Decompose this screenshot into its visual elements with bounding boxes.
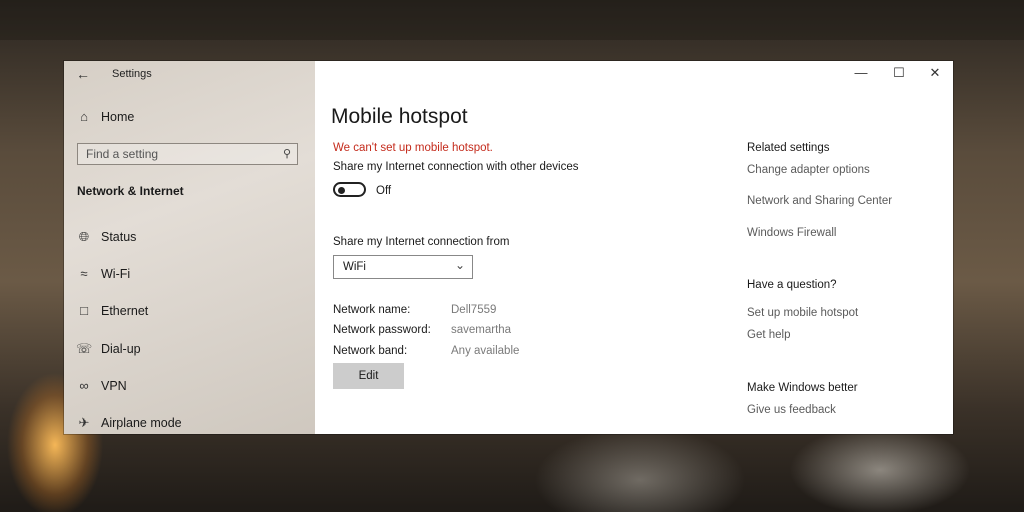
wifi-icon: ≈ xyxy=(80,266,88,281)
close-button[interactable]: ✕ xyxy=(925,65,945,81)
search-input[interactable] xyxy=(86,146,271,162)
globe-icon: 🌐︎ xyxy=(78,229,90,244)
sidebar-item-label: Dial-up xyxy=(101,342,141,356)
sidebar-item-dialup[interactable]: ☏ Dial-up xyxy=(64,335,315,365)
section-title: Network & Internet xyxy=(77,184,184,198)
main-content: — ☐ ✕ Mobile hotspot We can't set up mob… xyxy=(315,61,953,434)
maximize-button[interactable]: ☐ xyxy=(889,65,909,81)
setup-hotspot-link[interactable]: Set up mobile hotspot xyxy=(747,307,858,319)
windows-firewall-link[interactable]: Windows Firewall xyxy=(747,227,836,239)
share-from-select[interactable]: WiFi ⌄ xyxy=(333,255,473,279)
toggle-state-label: Off xyxy=(376,185,392,197)
sidebar-item-label: Wi-Fi xyxy=(101,267,131,281)
settings-window: ← Settings ⌂ Home ⚲ Network & Internet 🌐… xyxy=(64,61,953,434)
phone-icon: ☏ xyxy=(76,341,93,356)
get-help-link[interactable]: Get help xyxy=(747,329,790,341)
sidebar-item-airplane-mode[interactable]: ✈︎ Airplane mode xyxy=(64,409,315,434)
sidebar-item-label: Airplane mode xyxy=(101,416,182,430)
share-from-value: WiFi xyxy=(343,261,366,273)
hotspot-toggle[interactable] xyxy=(333,182,366,197)
change-adapter-options-link[interactable]: Change adapter options xyxy=(747,164,870,176)
sidebar-item-label: Status xyxy=(101,230,137,244)
sidebar-item-ethernet[interactable]: □ Ethernet xyxy=(64,297,315,327)
background-beam xyxy=(0,0,1024,40)
feedback-heading: Make Windows better xyxy=(747,382,858,394)
sidebar: ← Settings ⌂ Home ⚲ Network & Internet 🌐… xyxy=(64,61,315,434)
error-message: We can't set up mobile hotspot. xyxy=(333,142,493,154)
network-password-label: Network password: xyxy=(333,324,431,336)
network-name-label: Network name: xyxy=(333,304,411,316)
search-box[interactable]: ⚲ xyxy=(77,143,298,165)
give-feedback-link[interactable]: Give us feedback xyxy=(747,404,836,416)
minimize-button[interactable]: — xyxy=(851,65,871,80)
network-sharing-center-link[interactable]: Network and Sharing Center xyxy=(747,195,892,207)
sidebar-item-label: VPN xyxy=(101,379,127,393)
network-band-value: Any available xyxy=(451,345,520,357)
network-name-value: Dell7559 xyxy=(451,304,497,316)
ethernet-icon: □ xyxy=(80,303,88,318)
question-heading: Have a question? xyxy=(747,279,837,291)
share-label: Share my Internet connection with other … xyxy=(333,161,579,173)
toggle-knob xyxy=(338,186,345,194)
search-icon[interactable]: ⚲ xyxy=(283,147,291,160)
airplane-icon: ✈︎ xyxy=(78,415,90,430)
edit-button[interactable]: Edit xyxy=(333,363,404,389)
sidebar-item-status[interactable]: 🌐︎ Status xyxy=(64,223,315,253)
network-band-label: Network band: xyxy=(333,345,408,357)
network-password-value: savemartha xyxy=(451,324,512,336)
app-title: Settings xyxy=(112,68,152,80)
sidebar-item-wifi[interactable]: ≈ Wi-Fi xyxy=(64,260,315,290)
related-settings-heading: Related settings xyxy=(747,142,830,154)
sidebar-item-label: Ethernet xyxy=(101,304,149,318)
share-from-label: Share my Internet connection from xyxy=(333,236,510,248)
chevron-down-icon: ⌄ xyxy=(454,258,465,272)
sidebar-item-vpn[interactable]: ∞ VPN xyxy=(64,372,315,402)
back-arrow-icon[interactable]: ← xyxy=(76,66,90,82)
sidebar-item-label: Home xyxy=(101,110,135,124)
sidebar-item-home[interactable]: ⌂ Home xyxy=(64,103,315,133)
page-title: Mobile hotspot xyxy=(331,105,468,128)
title-bar: ← Settings xyxy=(64,61,315,87)
home-icon: ⌂ xyxy=(80,109,88,124)
vpn-icon: ∞ xyxy=(79,378,89,393)
